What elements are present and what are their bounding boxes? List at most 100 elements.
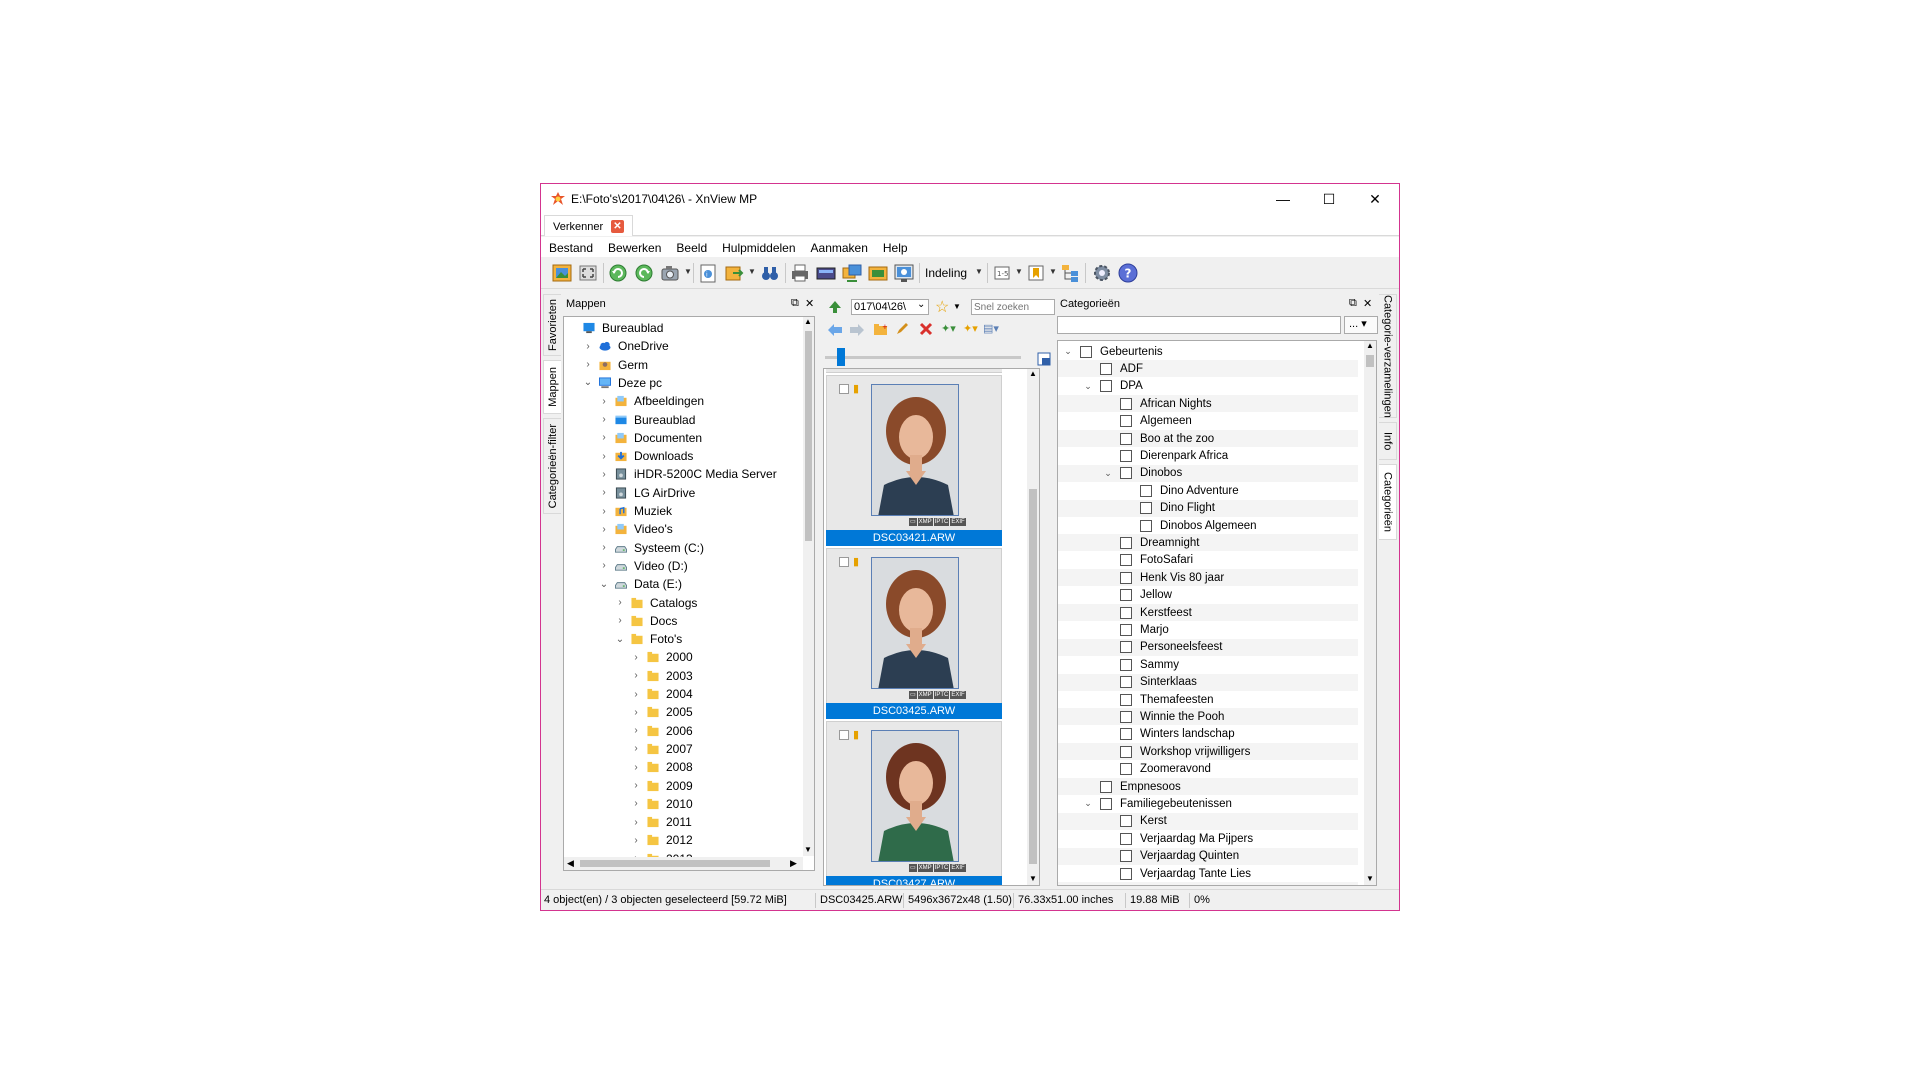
batch-convert-icon[interactable]: [841, 262, 863, 284]
favorites-star-icon[interactable]: ☆: [935, 297, 949, 317]
menu-hulpmiddelen[interactable]: Hulpmiddelen: [722, 237, 802, 257]
menu-beeld[interactable]: Beeld: [676, 237, 714, 257]
float-panel-icon[interactable]: ⧉: [791, 297, 799, 310]
folder-tree-item[interactable]: › iHDR-5200C Media Server: [598, 465, 776, 483]
folder-tree-item[interactable]: › Systeem (C:): [598, 539, 704, 557]
view-mode-icon[interactable]: ▤▾: [983, 322, 999, 335]
category-item[interactable]: Dierenpark Africa: [1058, 447, 1358, 464]
scroll-thumb[interactable]: [805, 331, 812, 541]
camera-dropdown-icon[interactable]: ▼: [684, 267, 692, 276]
quick-search-input[interactable]: [971, 299, 1055, 315]
sort-icon[interactable]: 1-5: [991, 262, 1013, 284]
thumbnail-grid[interactable]: ▮ ▭ XMP IPTC EXIF DSC03421.ARW ▮ ▭ XMP IPTC EXIF DS…: [823, 368, 1040, 886]
folder-tree-item[interactable]: › 2010: [630, 795, 692, 813]
category-checkbox[interactable]: [1120, 867, 1132, 880]
delete-icon[interactable]: [919, 322, 933, 336]
fullscreen-icon[interactable]: [577, 262, 599, 284]
scroll-down-icon[interactable]: ▼: [1366, 874, 1374, 883]
bookmark-dropdown-icon[interactable]: ▼: [1049, 267, 1057, 276]
bookmark-icon[interactable]: ▮: [853, 729, 862, 741]
category-item[interactable]: Winnie the Pooh: [1058, 708, 1358, 726]
folder-tree-item[interactable]: › 2003: [630, 667, 692, 685]
chevron-right-icon[interactable]: ›: [630, 725, 642, 736]
chevron-right-icon[interactable]: ›: [598, 560, 610, 571]
category-item[interactable]: ⌄ Familiegebeutenissen: [1058, 795, 1358, 812]
chevron-right-icon[interactable]: ›: [598, 432, 610, 443]
chevron-down-icon[interactable]: ⌄: [1102, 468, 1114, 479]
rating-filter-icon[interactable]: ✦▾: [963, 322, 978, 335]
category-item[interactable]: FotoSafari: [1058, 552, 1358, 569]
category-checkbox[interactable]: [1120, 850, 1132, 863]
rotate-right-icon[interactable]: [633, 262, 655, 284]
thumbnail-item[interactable]: ▮ ▭ XMP IPTC EXIF DSC03421.ARW: [826, 375, 1002, 546]
folder-tree-item[interactable]: › Muziek: [598, 502, 672, 520]
folder-tree-item[interactable]: Bureaublad: [566, 319, 663, 337]
minimize-button[interactable]: —: [1260, 184, 1306, 214]
scroll-thumb[interactable]: [1029, 489, 1037, 864]
category-checkbox[interactable]: [1120, 728, 1132, 741]
category-item[interactable]: Verjaardag Ma Pijpers: [1058, 830, 1358, 847]
tab-favorieten[interactable]: Favorieten: [543, 294, 561, 356]
scroll-left-icon[interactable]: ◀: [567, 858, 574, 869]
category-item[interactable]: ⌄ Gebeurtenis: [1058, 343, 1358, 360]
tab-info[interactable]: Info: [1379, 422, 1397, 460]
category-checkbox[interactable]: [1120, 676, 1132, 689]
category-checkbox[interactable]: [1120, 832, 1132, 845]
tab-verkenner[interactable]: Verkenner ✕: [544, 215, 633, 236]
hscroll-thumb[interactable]: [580, 860, 770, 867]
float-panel-icon[interactable]: ⧉: [1349, 297, 1357, 310]
go-up-icon[interactable]: [827, 299, 843, 315]
export-dropdown-icon[interactable]: ▼: [748, 267, 756, 276]
folder-tree-item[interactable]: › 2006: [630, 722, 692, 740]
chevron-right-icon[interactable]: ›: [614, 597, 626, 608]
category-item[interactable]: ⌄ Dinobos: [1058, 464, 1358, 482]
tab-categorieen-filter[interactable]: Categorieën-filter: [543, 418, 561, 514]
tree-view-icon[interactable]: [1059, 262, 1081, 284]
screen-capture-icon[interactable]: [893, 262, 915, 284]
category-checkbox[interactable]: [1100, 362, 1112, 375]
category-checkbox[interactable]: [1100, 380, 1112, 393]
path-dropdown-icon[interactable]: ⌄: [917, 299, 925, 310]
category-item[interactable]: Dinobos Algemeen: [1058, 517, 1358, 534]
folder-tree-item[interactable]: › Video (D:): [598, 557, 687, 575]
category-item[interactable]: Workshop vrijwilligers: [1058, 743, 1358, 761]
scroll-up-icon[interactable]: ▲: [804, 317, 812, 326]
folder-tree-item[interactable]: › 2012: [630, 831, 692, 849]
menu-aanmaken[interactable]: Aanmaken: [811, 237, 875, 257]
category-checkbox[interactable]: [1140, 502, 1152, 515]
category-item[interactable]: Verjaardag Quinten: [1058, 847, 1358, 865]
chevron-right-icon[interactable]: ›: [582, 359, 594, 370]
scroll-up-icon[interactable]: ▲: [1029, 369, 1037, 378]
chevron-right-icon[interactable]: ›: [598, 414, 610, 425]
category-checkbox[interactable]: [1120, 658, 1132, 671]
category-checkbox[interactable]: [1120, 693, 1132, 706]
tab-close-icon[interactable]: ✕: [611, 220, 624, 233]
folder-tree-item[interactable]: ⌄ Foto's: [614, 630, 683, 648]
chevron-right-icon[interactable]: ›: [582, 341, 594, 352]
category-checkbox[interactable]: [1120, 745, 1132, 758]
chevron-right-icon[interactable]: ›: [614, 615, 626, 626]
category-checkbox[interactable]: [1120, 536, 1132, 549]
scroll-up-icon[interactable]: ▲: [1366, 341, 1374, 350]
chevron-right-icon[interactable]: ›: [598, 469, 610, 480]
sort-dropdown-icon[interactable]: ▼: [1015, 267, 1023, 276]
category-item[interactable]: Marjo: [1058, 621, 1358, 638]
chevron-right-icon[interactable]: ›: [598, 524, 610, 535]
folder-tree-item[interactable]: › 2004: [630, 685, 692, 703]
folder-tree-item[interactable]: › Video's: [598, 520, 672, 538]
bookmark-filter-icon[interactable]: [1025, 262, 1047, 284]
category-item[interactable]: Sammy: [1058, 656, 1358, 673]
folder-tree[interactable]: Bureaublad › OneDrive › Germ ⌄ Deze pc › Afbeeld…: [563, 316, 815, 871]
chevron-down-icon[interactable]: ⌄: [582, 377, 594, 388]
thumbnail-item[interactable]: ▮ ▭ XMP IPTC EXIF DSC03425.ARW: [826, 548, 1002, 719]
chevron-right-icon[interactable]: ›: [630, 780, 642, 791]
menu-help[interactable]: Help: [883, 237, 915, 257]
folder-tree-hscroll[interactable]: ◀ ▶: [564, 857, 803, 870]
folder-tree-item[interactable]: › Catalogs: [614, 594, 697, 612]
category-item[interactable]: Themafeesten: [1058, 691, 1358, 708]
category-tree[interactable]: ⌄ Gebeurtenis ADF ⌄ DPA African Nights Algemee…: [1057, 340, 1377, 886]
chevron-right-icon[interactable]: ›: [598, 542, 610, 553]
category-checkbox[interactable]: [1120, 641, 1132, 654]
tag-filter-icon[interactable]: ✦▾: [941, 322, 956, 335]
chevron-right-icon[interactable]: ›: [630, 762, 642, 773]
